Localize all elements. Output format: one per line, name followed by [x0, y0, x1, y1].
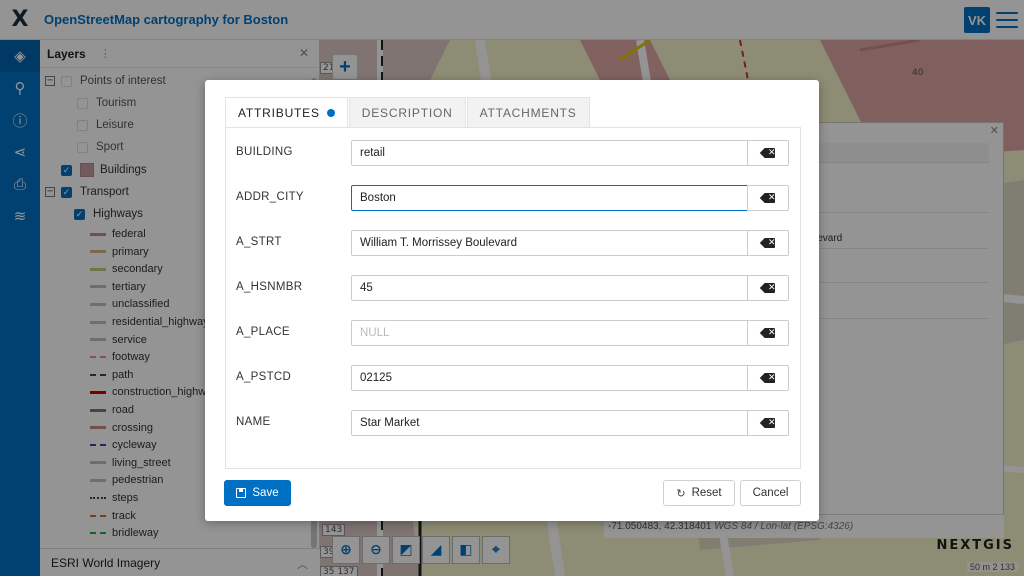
save-icon: [236, 488, 247, 498]
field-label: A_STRT: [236, 236, 282, 248]
a-hsnmbr-field[interactable]: [351, 275, 748, 301]
backspace-icon: ✕: [761, 283, 776, 293]
addr-city-field[interactable]: [351, 185, 748, 211]
field-label: NAME: [236, 416, 271, 428]
clear-field-button[interactable]: ✕: [747, 410, 789, 436]
name-field[interactable]: [351, 410, 748, 436]
a-pstcd-field[interactable]: [351, 365, 748, 391]
field-label: BUILDING: [236, 146, 293, 158]
feature-editor-dialog: ATTRIBUTES DESCRIPTION ATTACHMENTS BUILD…: [205, 80, 819, 521]
field-row-building: BUILDING ✕: [236, 140, 796, 166]
field-label: A_HSNMBR: [236, 281, 303, 293]
modified-indicator-icon: [326, 109, 335, 117]
backspace-icon: ✕: [761, 148, 776, 158]
field-label: A_PLACE: [236, 326, 290, 338]
field-label: A_PSTCD: [236, 371, 292, 383]
save-button[interactable]: Save: [224, 480, 291, 506]
clear-field-button[interactable]: ✕: [747, 275, 789, 301]
cancel-button[interactable]: Cancel: [740, 480, 801, 506]
clear-field-button[interactable]: ✕: [747, 185, 789, 211]
field-row-name: NAME ✕: [236, 410, 796, 436]
field-row-a-place: A_PLACE ✕: [236, 320, 796, 346]
a-place-field[interactable]: [351, 320, 748, 346]
tab-attachments[interactable]: ATTACHMENTS: [466, 97, 590, 128]
save-label: Save: [252, 487, 279, 499]
field-row-a-hsnmbr: A_HSNMBR ✕: [236, 275, 796, 301]
clear-field-button[interactable]: ✕: [747, 140, 789, 166]
reset-label: Reset: [691, 487, 722, 499]
clear-field-button[interactable]: ✕: [747, 230, 789, 256]
cancel-label: Cancel: [752, 487, 789, 499]
backspace-icon: ✕: [761, 328, 776, 338]
field-row-a-strt: A_STRT ✕: [236, 230, 796, 256]
backspace-icon: ✕: [761, 193, 776, 203]
clear-field-button[interactable]: ✕: [747, 365, 789, 391]
reset-button[interactable]: ↻ Reset: [663, 480, 735, 506]
tab-label: ATTACHMENTS: [479, 106, 577, 120]
field-row-addr-city: ADDR_CITY ✕: [236, 185, 796, 211]
field-label: ADDR_CITY: [236, 191, 304, 203]
backspace-icon: ✕: [761, 418, 776, 428]
dialog-tabs: ATTRIBUTES DESCRIPTION ATTACHMENTS: [225, 97, 591, 128]
attributes-form: BUILDING ✕ ADDR_CITY ✕ A_STRT ✕ A_HSNMBR…: [225, 127, 801, 469]
clear-field-button[interactable]: ✕: [747, 320, 789, 346]
a-strt-field[interactable]: [351, 230, 748, 256]
field-row-a-pstcd: A_PSTCD ✕: [236, 365, 796, 391]
reset-icon: ↻: [676, 486, 686, 500]
tab-attributes[interactable]: ATTRIBUTES: [225, 97, 348, 128]
building-field[interactable]: [351, 140, 748, 166]
tab-description[interactable]: DESCRIPTION: [348, 97, 466, 128]
backspace-icon: ✕: [761, 238, 776, 248]
tab-label: ATTRIBUTES: [238, 106, 320, 120]
backspace-icon: ✕: [761, 373, 776, 383]
tab-label: DESCRIPTION: [361, 106, 453, 120]
